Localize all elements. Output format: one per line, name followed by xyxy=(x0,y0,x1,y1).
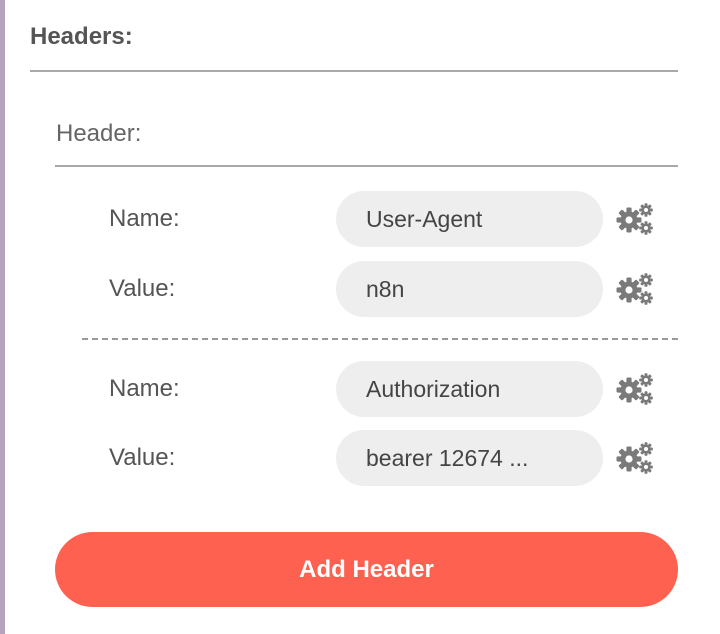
header-1-value-row: Value: n8n xyxy=(0,261,720,317)
header-entry-separator xyxy=(82,338,678,340)
header-group-title: Header: xyxy=(56,120,142,147)
gears-icon[interactable] xyxy=(615,203,655,235)
gears-icon[interactable] xyxy=(615,373,655,405)
header-2-value-label: Value: xyxy=(109,444,176,471)
header-1-value-input[interactable]: n8n xyxy=(336,261,603,317)
header-2-value-input[interactable]: bearer 12674 ... xyxy=(336,430,603,486)
section-title-divider xyxy=(30,70,678,72)
section-title: Headers: xyxy=(30,23,133,50)
header-1-value-label: Value: xyxy=(109,275,176,302)
panel-left-border xyxy=(0,0,5,634)
header-group-divider xyxy=(55,165,678,167)
header-2-name-input[interactable]: Authorization xyxy=(336,361,603,417)
header-1-name-input[interactable]: User-Agent xyxy=(336,191,603,247)
gears-icon[interactable] xyxy=(615,442,655,474)
header-1-name-label: Name: xyxy=(109,205,180,232)
gears-icon[interactable] xyxy=(615,273,655,305)
header-1-name-row: Name: User-Agent xyxy=(0,191,720,247)
add-header-button[interactable]: Add Header xyxy=(55,532,678,607)
header-2-name-label: Name: xyxy=(109,375,180,402)
header-2-value-row: Value: bearer 12674 ... xyxy=(0,430,720,486)
header-2-name-row: Name: Authorization xyxy=(0,361,720,417)
